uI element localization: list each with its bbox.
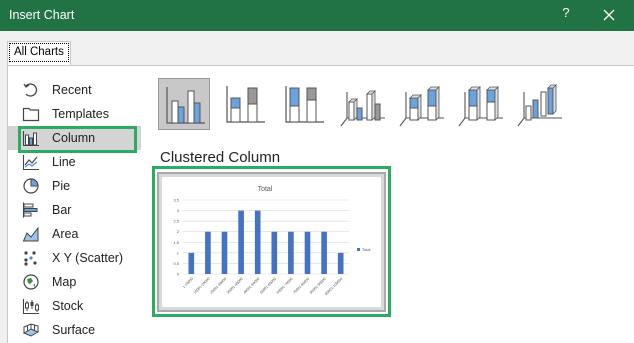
surface-chart-icon [22, 323, 40, 337]
recent-icon [23, 83, 38, 97]
bar [337, 252, 344, 274]
sidebar-item-label: X Y (Scatter) [52, 251, 124, 265]
line-chart-icon [22, 155, 39, 171]
subtype-clustered-column[interactable] [158, 78, 210, 130]
sidebar-item-templates[interactable]: Templates [8, 102, 141, 126]
sidebar-item-label: Area [52, 227, 79, 241]
sidebar-item-recent[interactable]: Recent [8, 78, 141, 102]
y-tick-label: 3 [177, 208, 180, 213]
insert-chart-dialog: Insert Chart ? All Charts Recent Templat… [0, 0, 634, 343]
bar-chart-icon [22, 202, 38, 218]
x-tick-label: 60001-70000 [276, 277, 294, 295]
y-tick-label: 2 [177, 229, 180, 234]
bar [271, 231, 278, 274]
help-button[interactable]: ? [558, 5, 574, 25]
close-icon [603, 9, 615, 21]
sidebar-item-pie[interactable]: Pie [8, 174, 141, 198]
sidebar-item-label: Surface [52, 323, 96, 337]
sidebar-item-area[interactable]: Area [8, 222, 141, 246]
x-tick-label: 90001-100000 [324, 277, 343, 296]
bar [188, 252, 195, 274]
sidebar-item-map[interactable]: Map [8, 270, 141, 294]
100-stacked-column-icon [285, 86, 324, 123]
templates-icon [22, 107, 40, 122]
title-bar: Insert Chart ? [0, 0, 634, 31]
subtype-stacked-column[interactable] [219, 78, 271, 130]
bar [254, 210, 261, 274]
sidebar-item-label: Templates [52, 107, 109, 121]
subtype-3d-column[interactable] [514, 78, 566, 130]
x-tick-label: 40001-50000 [243, 277, 261, 295]
subtype-3d-100-stacked-column[interactable] [455, 78, 507, 130]
y-tick-label: 1.5 [173, 240, 179, 245]
sidebar-item-line[interactable]: Line [8, 150, 141, 174]
x-tick-label: 10001-20000 [193, 277, 211, 295]
chart-preview[interactable]: Total 0 0.5 1 1.5 2 2.5 3 3.5 1-10000 10001-20000 2… [157, 172, 386, 312]
y-tick-label: 3.5 [173, 198, 179, 203]
sidebar-item-scatter[interactable]: X Y (Scatter) [8, 246, 141, 270]
map-chart-icon [23, 274, 39, 290]
x-tick-label: 30001-40000 [226, 277, 244, 295]
3d-clustered-column-icon [340, 90, 385, 127]
sidebar-item-label: Stock [52, 299, 84, 313]
pie-chart-icon [23, 178, 39, 194]
sidebar-item-label: Line [52, 155, 76, 169]
chart-subtype-strip [158, 78, 562, 132]
legend-label: Total [362, 247, 371, 252]
x-tick-label: 20001-30000 [209, 277, 227, 295]
clustered-column-icon [166, 87, 205, 124]
stacked-column-icon [226, 86, 265, 123]
sidebar-item-label: Map [52, 275, 77, 289]
bar [221, 231, 228, 274]
x-tick-label: 1-10000 [182, 277, 194, 289]
bar [205, 231, 211, 274]
sidebar-item-surface[interactable]: Surface [8, 318, 141, 342]
selected-category-highlight [18, 126, 137, 153]
sidebar-item-label: Recent [52, 83, 92, 97]
area-chart-icon [22, 226, 39, 242]
tab-all-charts[interactable]: All Charts [9, 43, 69, 62]
y-tick-label: 0.5 [173, 261, 179, 266]
sidebar-item-label: Pie [52, 179, 71, 193]
sidebar-item-label: Bar [52, 203, 72, 217]
bar [238, 210, 244, 274]
window-title: Insert Chart [9, 8, 75, 22]
bar [321, 231, 327, 274]
stock-chart-icon [22, 299, 39, 315]
3d-stacked-column-icon [399, 86, 444, 127]
y-tick-label: 0 [177, 272, 180, 277]
x-tick-label: 50001-60000 [259, 277, 277, 295]
subtype-3d-stacked-column[interactable] [396, 78, 448, 130]
subtype-100-stacked-column[interactable] [278, 78, 330, 130]
chart-category-list: Recent Templates Column Line Pie Bar Are… [8, 78, 141, 342]
chart-preview-svg: Total 0 0.5 1 1.5 2 2.5 3 3.5 1-1000010001-200002… [173, 186, 371, 296]
bar [304, 231, 311, 274]
subtype-3d-clustered-column[interactable] [337, 78, 389, 130]
sidebar-item-bar[interactable]: Bar [8, 198, 141, 222]
3d-100-stacked-column-icon [458, 86, 503, 127]
sidebar-item-stock[interactable]: Stock [8, 294, 141, 318]
legend-swatch [357, 248, 360, 251]
x-tick-label: 70001-80000 [292, 277, 310, 295]
bar [288, 231, 294, 274]
y-tick-label: 2.5 [173, 219, 179, 224]
3d-column-icon [517, 84, 562, 127]
scatter-chart-icon [24, 251, 37, 266]
chart-title: Total [258, 186, 273, 193]
y-tick-label: 1 [177, 250, 180, 255]
close-button[interactable] [598, 4, 620, 26]
chart-subtype-title: Clustered Column [160, 149, 281, 166]
